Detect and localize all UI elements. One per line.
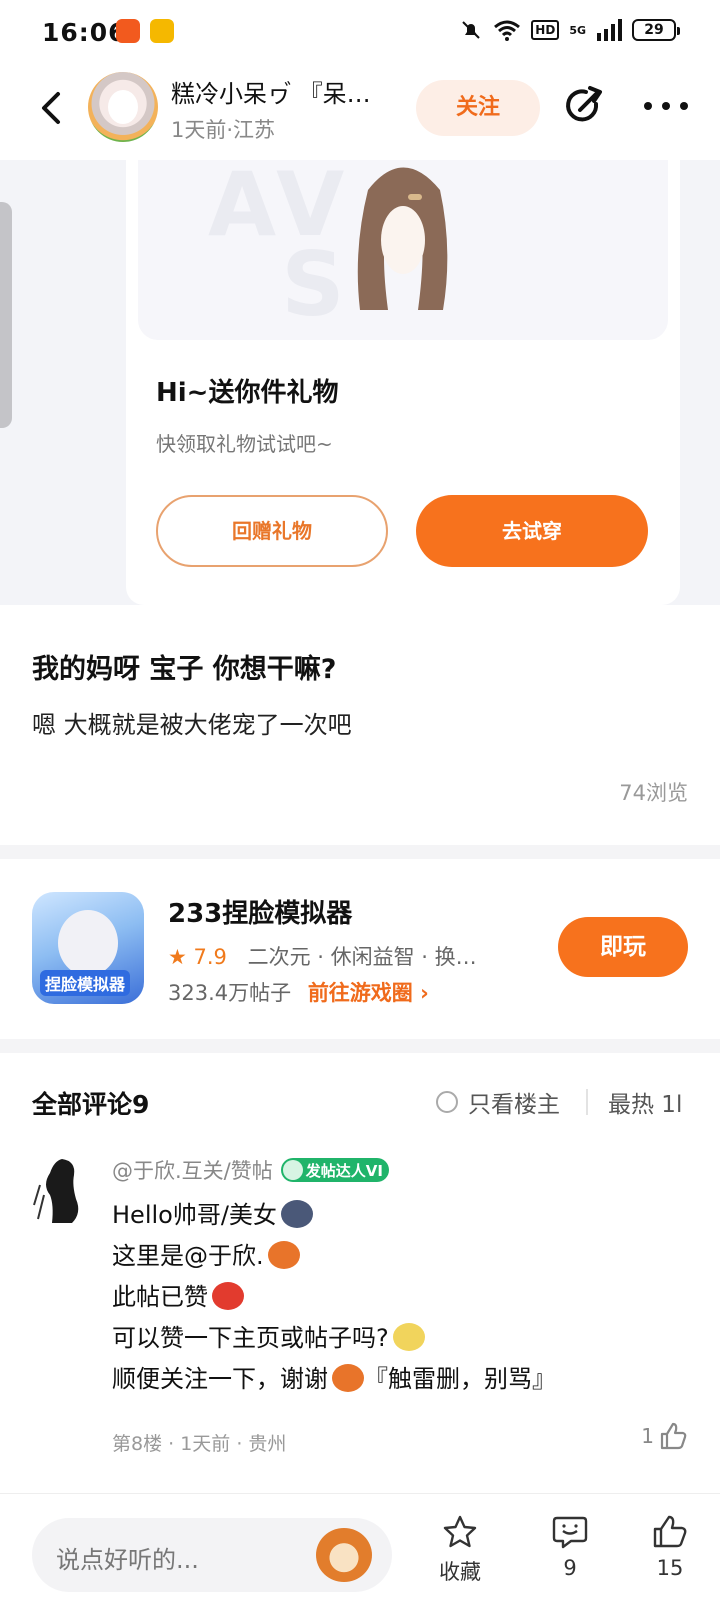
comment-like-count: 1 bbox=[641, 1424, 654, 1448]
like-count: 15 bbox=[656, 1556, 684, 1580]
comment-text: Hello帅哥/美女 这里是@于欣. 此帖已赞 可以赞一下主页或帖子吗? 顺便关… bbox=[112, 1195, 556, 1400]
status-time: 16:06 bbox=[42, 18, 127, 47]
watermark-graphic: AV S bbox=[208, 160, 351, 336]
comment-input[interactable]: 说点好听的... bbox=[32, 1518, 392, 1592]
more-icon[interactable] bbox=[640, 84, 692, 128]
hd-icon: HD bbox=[531, 20, 560, 40]
return-gift-button[interactable]: 回赠礼物 bbox=[156, 495, 388, 567]
post-content: 我的妈呀 宝子 你想干嘛? 嗯 大概就是被大佬宠了一次吧 74浏览 bbox=[0, 605, 720, 845]
try-on-button[interactable]: 去试穿 bbox=[416, 495, 648, 567]
divider bbox=[0, 845, 720, 859]
divider bbox=[0, 1039, 720, 1053]
collect-label: 收藏 bbox=[439, 1560, 481, 1584]
comment-line: 可以赞一下主页或帖子吗? bbox=[112, 1318, 556, 1359]
moon-emoji-icon bbox=[280, 1200, 313, 1228]
gift-title: Hi~送你件礼物 bbox=[156, 378, 339, 408]
only-owner-toggle[interactable]: 只看楼主 bbox=[436, 1085, 560, 1119]
face-emoji-icon bbox=[392, 1323, 425, 1351]
thumb-up-icon bbox=[653, 1515, 687, 1548]
badge-label: 发帖达人VI bbox=[305, 1161, 383, 1180]
heart-emoji-icon bbox=[212, 1282, 244, 1310]
post-body: 嗯 大概就是被大佬宠了一次吧 bbox=[32, 711, 352, 739]
view-count: 74浏览 bbox=[619, 781, 688, 805]
collect-button[interactable]: 收藏 bbox=[420, 1514, 500, 1586]
emoji-button-icon[interactable] bbox=[316, 1528, 372, 1582]
comment-icon bbox=[552, 1516, 588, 1549]
comment-line: 顺便关注一下，谢谢 『触雷删，别骂』 bbox=[112, 1364, 556, 1393]
app-notification-icon bbox=[116, 19, 140, 43]
commenter-avatar[interactable] bbox=[32, 1155, 88, 1225]
mute-bell-icon bbox=[462, 21, 481, 39]
goto-game-circle-link[interactable]: 前往游戏圈 › bbox=[308, 981, 429, 1005]
only-owner-label: 只看楼主 bbox=[468, 1092, 560, 1118]
badge-icon bbox=[282, 1160, 303, 1180]
comment-count: 9 bbox=[563, 1556, 577, 1580]
game-post-count-row: 323.4万帖子 前往游戏圈 › bbox=[168, 977, 429, 1007]
like-button[interactable]: 15 bbox=[630, 1514, 710, 1580]
game-icon-label: 捏脸模拟器 bbox=[40, 970, 131, 996]
post-title: 我的妈呀 宝子 你想干嘛? bbox=[32, 654, 337, 685]
network-type: 5G bbox=[569, 23, 586, 37]
play-button[interactable]: 即玩 bbox=[558, 917, 688, 977]
author-name[interactable]: 糕冷小呆ヮ゙ 『呆… bbox=[171, 74, 371, 109]
commenter-row: @于欣.互关/赞帖 发帖达人VI bbox=[112, 1155, 389, 1185]
comment-count-button[interactable]: 9 bbox=[530, 1514, 610, 1580]
game-rating: 7.9 bbox=[193, 945, 227, 969]
game-icon[interactable]: 捏脸模拟器 bbox=[32, 892, 144, 1004]
post-time-location: 1天前·江苏 bbox=[171, 118, 276, 142]
follow-button[interactable]: 关注 bbox=[416, 80, 540, 136]
comment-meta: 第8楼 · 1天前 · 贵州 bbox=[112, 1433, 287, 1455]
level-badge: 发帖达人VI bbox=[280, 1158, 389, 1182]
post-header: 糕冷小呆ヮ゙ 『呆… 1天前·江苏 关注 bbox=[0, 62, 720, 160]
battery-icon: 29 bbox=[632, 19, 680, 41]
game-card[interactable]: 捏脸模拟器 233捏脸模拟器 ★ 7.9 二次元 · 休闲益智 · 换… 323… bbox=[0, 859, 720, 1039]
game-name[interactable]: 233捏脸模拟器 bbox=[168, 893, 352, 930]
commenter-name[interactable]: @于欣.互关/赞帖 bbox=[112, 1155, 273, 1185]
gift-section: AV S Hi~送你件礼物 快领取礼物试试吧~ 回赠礼物 去试穿 bbox=[0, 160, 720, 605]
thumb-up-icon[interactable] bbox=[658, 1421, 688, 1451]
status-bar: 16:06 HD 5G 29 bbox=[0, 0, 720, 62]
game-tags: 二次元 · 休闲益智 · 换… bbox=[247, 945, 477, 969]
comment-input-placeholder: 说点好听的... bbox=[56, 1546, 199, 1574]
side-scroll-handle[interactable] bbox=[0, 202, 12, 428]
comments-header: 全部评论9 bbox=[32, 1090, 150, 1119]
radio-icon[interactable] bbox=[436, 1091, 458, 1113]
comment-line: Hello帅哥/美女 bbox=[112, 1195, 556, 1236]
signal-icon bbox=[597, 19, 622, 41]
sort-selector[interactable]: 最热 1l bbox=[608, 1085, 682, 1119]
author-avatar[interactable] bbox=[88, 72, 158, 142]
screen: 16:06 HD 5G 29 糕冷小呆ヮ゙ 『呆… 1天前·江苏 关注 AV S… bbox=[0, 0, 720, 1612]
comment-like-button[interactable]: 1 bbox=[641, 1421, 688, 1451]
wink-emoji-icon bbox=[332, 1364, 364, 1392]
game-meta: ★ 7.9 二次元 · 休闲益智 · 换… bbox=[168, 941, 518, 971]
status-icons: HD 5G 29 bbox=[459, 18, 680, 42]
app-notification-icon bbox=[150, 19, 174, 43]
comments-section: 全部评论9 只看楼主 最热 1l @于欣.互关/赞帖 发帖达人VI Hello帅… bbox=[0, 1053, 720, 1493]
star-icon bbox=[443, 1515, 477, 1548]
wig-image bbox=[357, 167, 448, 310]
gift-card: AV S Hi~送你件礼物 快领取礼物试试吧~ 回赠礼物 去试穿 bbox=[126, 160, 680, 605]
comment-line: 此帖已赞 bbox=[112, 1277, 556, 1318]
star-icon: ★ bbox=[168, 945, 187, 969]
game-post-count: 323.4万帖子 bbox=[168, 981, 292, 1005]
back-icon[interactable] bbox=[34, 88, 70, 128]
gift-subtitle: 快领取礼物试试吧~ bbox=[156, 432, 333, 456]
share-icon[interactable] bbox=[562, 84, 606, 128]
gift-preview: AV S bbox=[138, 160, 668, 340]
comment-line: 这里是@于欣. bbox=[112, 1236, 556, 1277]
wifi-icon bbox=[494, 20, 521, 41]
separator bbox=[586, 1089, 588, 1115]
raccoon-emoji-icon bbox=[267, 1241, 300, 1269]
bottom-bar: 说点好听的... 收藏 9 15 bbox=[0, 1493, 720, 1612]
